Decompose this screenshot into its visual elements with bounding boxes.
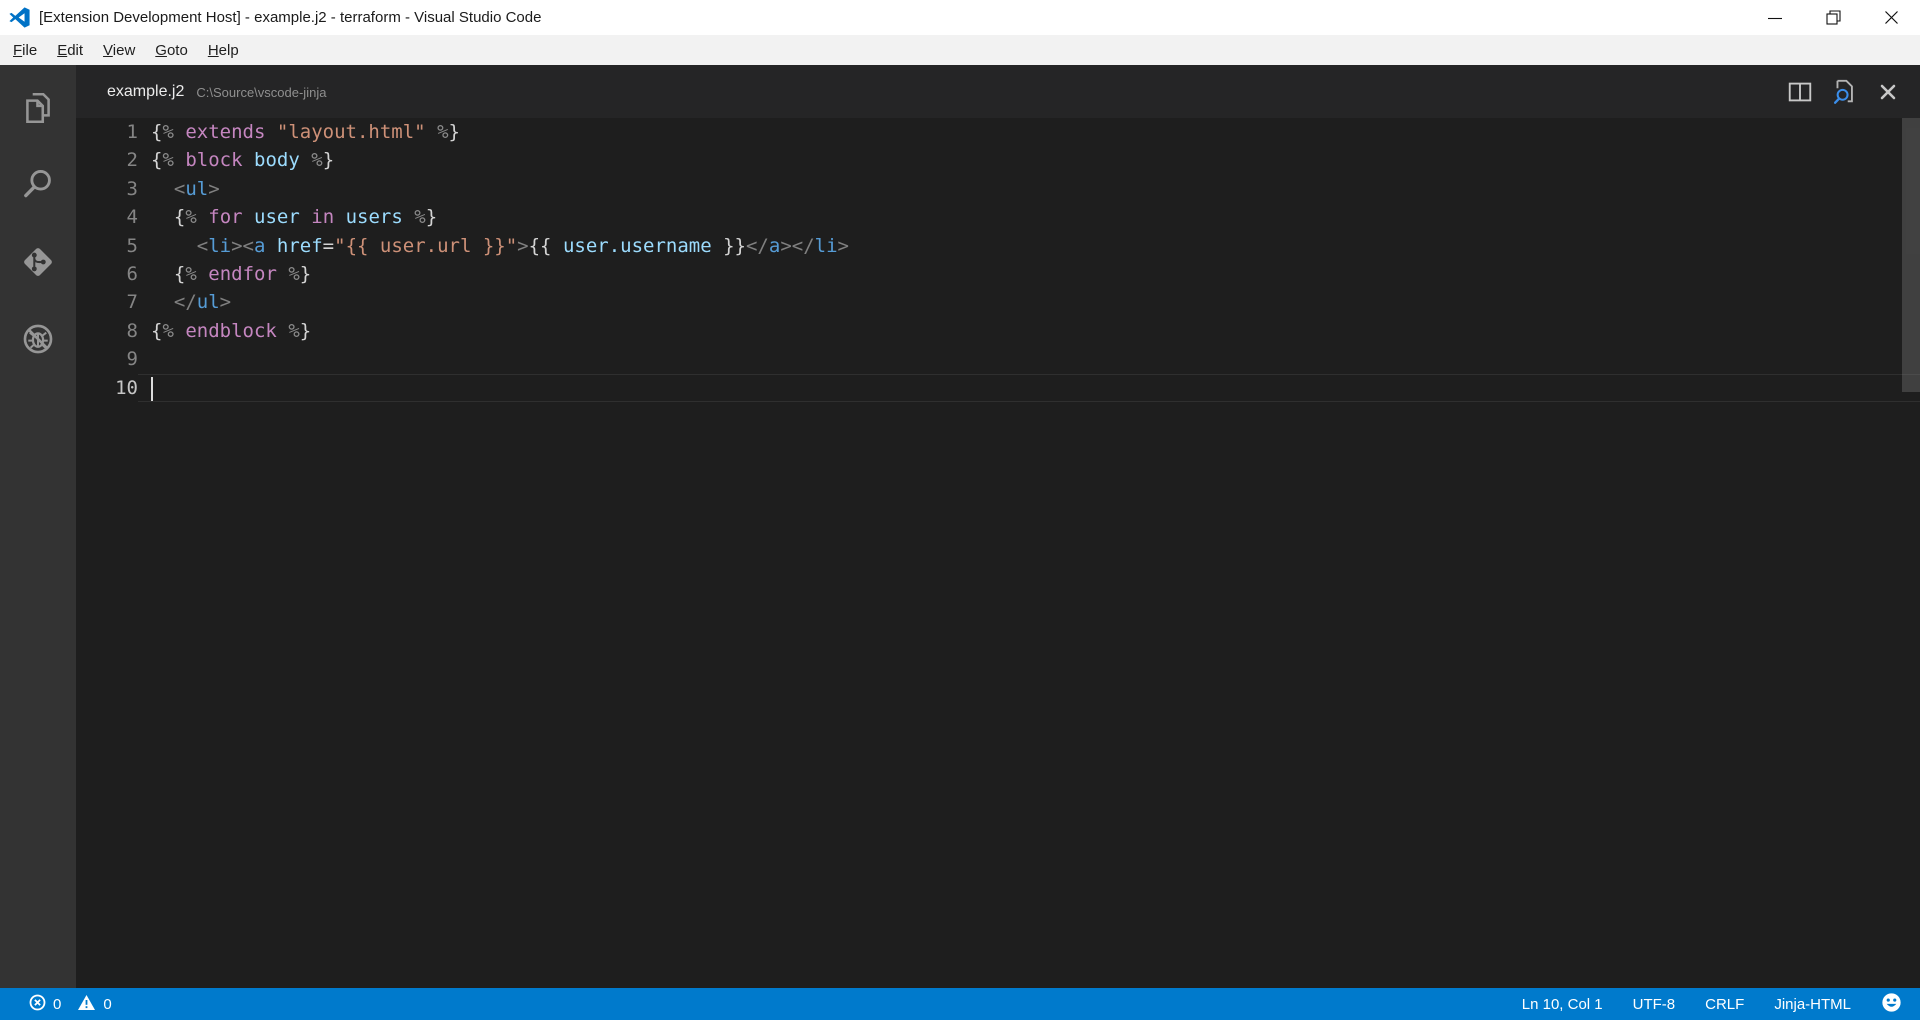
sidebar-item-source-control[interactable] [0, 226, 76, 303]
line-number: 10 [76, 374, 138, 402]
code-editor[interactable]: 1{% extends "layout.html" %}2{% block bo… [76, 118, 1920, 402]
line-content[interactable]: {% block body %} [138, 146, 1920, 174]
open-preview-button[interactable] [1828, 76, 1860, 108]
editor-group: example.j2 C:\Source\vscode-jinja [76, 65, 1920, 988]
menu-edit[interactable]: Edit [47, 39, 93, 62]
vscode-logo-icon [9, 7, 30, 28]
line-number: 9 [76, 345, 138, 373]
line-content[interactable]: {% for user in users %} [138, 203, 1920, 231]
explorer-icon [20, 90, 56, 131]
window-title: [Extension Development Host] - example.j… [39, 9, 541, 26]
error-count: 0 [53, 996, 61, 1013]
line-number: 3 [76, 175, 138, 203]
minimize-button[interactable] [1746, 0, 1804, 35]
editor-filepath: C:\Source\vscode-jinja [196, 85, 326, 100]
split-editor-button[interactable] [1784, 76, 1816, 108]
eol-indicator[interactable]: CRLF [1705, 996, 1744, 1013]
code-line-3[interactable]: 3 <ul> [76, 175, 1920, 203]
editor-actions [1784, 65, 1904, 118]
warning-icon [77, 994, 96, 1015]
menu-goto[interactable]: Goto [145, 39, 198, 62]
line-number: 8 [76, 317, 138, 345]
warning-count: 0 [103, 996, 111, 1013]
code-line-7[interactable]: 7 </ul> [76, 288, 1920, 316]
close-button[interactable] [1862, 0, 1920, 35]
line-number: 4 [76, 203, 138, 231]
line-number: 1 [76, 118, 138, 146]
source-control-icon [20, 244, 56, 285]
line-content[interactable]: {% endfor %} [138, 260, 1920, 288]
sidebar-item-debug[interactable] [0, 303, 76, 380]
sidebar-item-search[interactable] [0, 149, 76, 226]
code-line-4[interactable]: 4 {% for user in users %} [76, 203, 1920, 231]
line-content[interactable] [138, 374, 1920, 402]
window-controls [1746, 0, 1920, 35]
titlebar: [Extension Development Host] - example.j… [0, 0, 1920, 35]
code-line-5[interactable]: 5 <li><a href="{{ user.url }}">{{ user.u… [76, 232, 1920, 260]
menu-view[interactable]: View [93, 39, 145, 62]
debug-disabled-icon [20, 321, 56, 362]
line-content[interactable] [138, 345, 1920, 373]
menu-bar: FileEditViewGotoHelp [0, 35, 1920, 65]
error-icon [29, 994, 46, 1015]
cursor-position[interactable]: Ln 10, Col 1 [1522, 996, 1603, 1013]
close-editor-button[interactable] [1872, 76, 1904, 108]
menu-file[interactable]: File [3, 39, 47, 62]
line-content[interactable]: <ul> [138, 175, 1920, 203]
activity-bar [0, 65, 76, 988]
restore-button[interactable] [1804, 0, 1862, 35]
sidebar-item-explorer[interactable] [0, 72, 76, 149]
line-number: 6 [76, 260, 138, 288]
code-line-2[interactable]: 2{% block body %} [76, 146, 1920, 174]
line-content[interactable]: {% extends "layout.html" %} [138, 118, 1920, 146]
status-bar: 0 0 Ln 10, Col 1 UTF-8 CRLF Jinja-HTML [0, 988, 1920, 1020]
editor-filename: example.j2 [107, 83, 184, 101]
search-icon [20, 167, 56, 208]
encoding-indicator[interactable]: UTF-8 [1633, 996, 1676, 1013]
menu-help[interactable]: Help [198, 39, 249, 62]
text-cursor [151, 377, 153, 401]
line-number: 5 [76, 232, 138, 260]
code-line-6[interactable]: 6 {% endfor %} [76, 260, 1920, 288]
code-line-8[interactable]: 8{% endblock %} [76, 317, 1920, 345]
editor-title-bar: example.j2 C:\Source\vscode-jinja [76, 65, 1920, 118]
feedback-smiley-icon[interactable] [1881, 992, 1902, 1017]
editor-scrollbar[interactable] [1902, 118, 1920, 392]
line-number: 2 [76, 146, 138, 174]
problems-errors[interactable]: 0 [29, 994, 61, 1015]
line-content[interactable]: </ul> [138, 288, 1920, 316]
code-line-9[interactable]: 9 [76, 345, 1920, 373]
code-line-10[interactable]: 10 [76, 374, 1920, 402]
line-number: 7 [76, 288, 138, 316]
code-line-1[interactable]: 1{% extends "layout.html" %} [76, 118, 1920, 146]
problems-warnings[interactable]: 0 [77, 994, 111, 1015]
line-content[interactable]: <li><a href="{{ user.url }}">{{ user.use… [138, 232, 1920, 260]
line-content[interactable]: {% endblock %} [138, 317, 1920, 345]
language-mode[interactable]: Jinja-HTML [1774, 996, 1851, 1013]
